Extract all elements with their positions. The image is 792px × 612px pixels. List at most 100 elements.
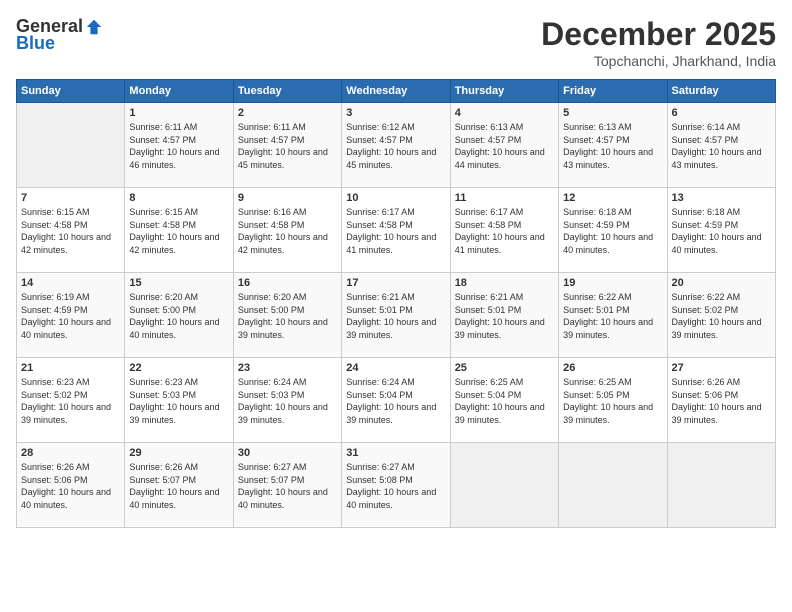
day-header-saturday: Saturday bbox=[667, 80, 775, 103]
calendar-cell: 6Sunrise: 6:14 AMSunset: 4:57 PMDaylight… bbox=[667, 103, 775, 188]
day-info: Sunrise: 6:27 AMSunset: 5:08 PMDaylight:… bbox=[346, 461, 445, 511]
day-info: Sunrise: 6:22 AMSunset: 5:02 PMDaylight:… bbox=[672, 291, 771, 341]
day-number: 14 bbox=[21, 277, 120, 289]
day-number: 22 bbox=[129, 362, 228, 374]
day-info: Sunrise: 6:23 AMSunset: 5:03 PMDaylight:… bbox=[129, 376, 228, 426]
calendar-cell: 22 Sunrise: 6:23 AMSunset: 5:03 PMDayligh… bbox=[125, 358, 233, 443]
day-info: Sunrise: 6:22 AMSunset: 5:01 PMDaylight:… bbox=[563, 291, 662, 341]
calendar-cell: 5Sunrise: 6:13 AMSunset: 4:57 PMDaylight… bbox=[559, 103, 667, 188]
day-header-tuesday: Tuesday bbox=[233, 80, 341, 103]
calendar-cell: 4Sunrise: 6:13 AMSunset: 4:57 PMDaylight… bbox=[450, 103, 558, 188]
day-number: 31 bbox=[346, 447, 445, 459]
day-number: 21 bbox=[21, 362, 120, 374]
day-header-wednesday: Wednesday bbox=[342, 80, 450, 103]
day-number: 2 bbox=[238, 107, 337, 119]
page: General Blue December 2025 Topchanchi, J… bbox=[0, 0, 792, 612]
calendar-cell: 10 Sunrise: 6:17 AMSunset: 4:58 PMDayligh… bbox=[342, 188, 450, 273]
day-number: 23 bbox=[238, 362, 337, 374]
day-info: Sunrise: 6:12 AMSunset: 4:57 PMDaylight:… bbox=[346, 121, 445, 171]
day-info: Sunrise: 6:15 AMSunset: 4:58 PMDaylight:… bbox=[129, 206, 228, 256]
calendar-cell: 8 Sunrise: 6:15 AMSunset: 4:58 PMDaylight… bbox=[125, 188, 233, 273]
calendar-cell: 25 Sunrise: 6:25 AMSunset: 5:04 PMDayligh… bbox=[450, 358, 558, 443]
day-number: 6 bbox=[672, 107, 771, 119]
calendar-cell: 13 Sunrise: 6:18 AMSunset: 4:59 PMDayligh… bbox=[667, 188, 775, 273]
day-number: 10 bbox=[346, 192, 445, 204]
day-number: 13 bbox=[672, 192, 771, 204]
calendar-header-row: SundayMondayTuesdayWednesdayThursdayFrid… bbox=[17, 80, 776, 103]
day-number: 17 bbox=[346, 277, 445, 289]
day-info: Sunrise: 6:21 AMSunset: 5:01 PMDaylight:… bbox=[455, 291, 554, 341]
day-info: Sunrise: 6:18 AMSunset: 4:59 PMDaylight:… bbox=[672, 206, 771, 256]
day-info: Sunrise: 6:25 AMSunset: 5:05 PMDaylight:… bbox=[563, 376, 662, 426]
day-info: Sunrise: 6:11 AMSunset: 4:57 PMDaylight:… bbox=[238, 121, 337, 171]
day-number: 4 bbox=[455, 107, 554, 119]
day-info: Sunrise: 6:27 AMSunset: 5:07 PMDaylight:… bbox=[238, 461, 337, 511]
calendar-cell: 23Sunrise: 6:24 AMSunset: 5:03 PMDayligh… bbox=[233, 358, 341, 443]
calendar-cell: 15 Sunrise: 6:20 AMSunset: 5:00 PMDayligh… bbox=[125, 273, 233, 358]
calendar-cell: 30 Sunrise: 6:27 AMSunset: 5:07 PMDayligh… bbox=[233, 443, 341, 528]
day-number: 7 bbox=[21, 192, 120, 204]
calendar-cell: 17 Sunrise: 6:21 AMSunset: 5:01 PMDayligh… bbox=[342, 273, 450, 358]
calendar-cell: 14Sunrise: 6:19 AMSunset: 4:59 PMDayligh… bbox=[17, 273, 125, 358]
day-number: 19 bbox=[563, 277, 662, 289]
calendar-cell: 18Sunrise: 6:21 AMSunset: 5:01 PMDayligh… bbox=[450, 273, 558, 358]
day-number: 26 bbox=[563, 362, 662, 374]
logo: General Blue bbox=[16, 16, 103, 54]
calendar-cell: 26 Sunrise: 6:25 AMSunset: 5:05 PMDayligh… bbox=[559, 358, 667, 443]
calendar-cell: 1Sunrise: 6:11 AMSunset: 4:57 PMDaylight… bbox=[125, 103, 233, 188]
day-info: Sunrise: 6:26 AMSunset: 5:06 PMDaylight:… bbox=[21, 461, 120, 511]
day-info: Sunrise: 6:24 AMSunset: 5:04 PMDaylight:… bbox=[346, 376, 445, 426]
calendar-cell: 31 Sunrise: 6:27 AMSunset: 5:08 PMDayligh… bbox=[342, 443, 450, 528]
day-info: Sunrise: 6:15 AMSunset: 4:58 PMDaylight:… bbox=[21, 206, 120, 256]
calendar-cell: 12 Sunrise: 6:18 AMSunset: 4:59 PMDayligh… bbox=[559, 188, 667, 273]
day-info: Sunrise: 6:20 AMSunset: 5:00 PMDaylight:… bbox=[129, 291, 228, 341]
day-header-thursday: Thursday bbox=[450, 80, 558, 103]
day-number: 8 bbox=[129, 192, 228, 204]
day-number: 15 bbox=[129, 277, 228, 289]
day-number: 28 bbox=[21, 447, 120, 459]
day-number: 11 bbox=[455, 192, 554, 204]
calendar-cell: 3 Sunrise: 6:12 AMSunset: 4:57 PMDaylight… bbox=[342, 103, 450, 188]
title-section: December 2025 Topchanchi, Jharkhand, Ind… bbox=[541, 16, 776, 69]
day-info: Sunrise: 6:23 AMSunset: 5:02 PMDaylight:… bbox=[21, 376, 120, 426]
calendar-cell bbox=[667, 443, 775, 528]
day-info: Sunrise: 6:18 AMSunset: 4:59 PMDaylight:… bbox=[563, 206, 662, 256]
day-number: 30 bbox=[238, 447, 337, 459]
day-info: Sunrise: 6:11 AMSunset: 4:57 PMDaylight:… bbox=[129, 121, 228, 171]
month-title: December 2025 bbox=[541, 16, 776, 53]
day-info: Sunrise: 6:20 AMSunset: 5:00 PMDaylight:… bbox=[238, 291, 337, 341]
calendar-week-3: 14Sunrise: 6:19 AMSunset: 4:59 PMDayligh… bbox=[17, 273, 776, 358]
day-info: Sunrise: 6:26 AMSunset: 5:06 PMDaylight:… bbox=[672, 376, 771, 426]
calendar-cell: 24 Sunrise: 6:24 AMSunset: 5:04 PMDayligh… bbox=[342, 358, 450, 443]
header: General Blue December 2025 Topchanchi, J… bbox=[16, 16, 776, 69]
day-info: Sunrise: 6:17 AMSunset: 4:58 PMDaylight:… bbox=[346, 206, 445, 256]
day-number: 3 bbox=[346, 107, 445, 119]
calendar-cell bbox=[559, 443, 667, 528]
day-info: Sunrise: 6:25 AMSunset: 5:04 PMDaylight:… bbox=[455, 376, 554, 426]
day-header-monday: Monday bbox=[125, 80, 233, 103]
calendar-week-2: 7 Sunrise: 6:15 AMSunset: 4:58 PMDaylight… bbox=[17, 188, 776, 273]
calendar-week-1: 1Sunrise: 6:11 AMSunset: 4:57 PMDaylight… bbox=[17, 103, 776, 188]
logo-icon bbox=[85, 18, 103, 36]
day-header-friday: Friday bbox=[559, 80, 667, 103]
calendar-cell: 20Sunrise: 6:22 AMSunset: 5:02 PMDayligh… bbox=[667, 273, 775, 358]
day-number: 29 bbox=[129, 447, 228, 459]
day-number: 12 bbox=[563, 192, 662, 204]
day-number: 25 bbox=[455, 362, 554, 374]
day-number: 16 bbox=[238, 277, 337, 289]
calendar-cell: 11Sunrise: 6:17 AMSunset: 4:58 PMDayligh… bbox=[450, 188, 558, 273]
day-info: Sunrise: 6:26 AMSunset: 5:07 PMDaylight:… bbox=[129, 461, 228, 511]
calendar-cell: 2 Sunrise: 6:11 AMSunset: 4:57 PMDaylight… bbox=[233, 103, 341, 188]
day-info: Sunrise: 6:21 AMSunset: 5:01 PMDaylight:… bbox=[346, 291, 445, 341]
calendar-cell: 29 Sunrise: 6:26 AMSunset: 5:07 PMDayligh… bbox=[125, 443, 233, 528]
calendar-cell: 28 Sunrise: 6:26 AMSunset: 5:06 PMDayligh… bbox=[17, 443, 125, 528]
calendar-cell bbox=[450, 443, 558, 528]
day-number: 9 bbox=[238, 192, 337, 204]
calendar-cell: 27Sunrise: 6:26 AMSunset: 5:06 PMDayligh… bbox=[667, 358, 775, 443]
day-number: 5 bbox=[563, 107, 662, 119]
calendar-cell: 19 Sunrise: 6:22 AMSunset: 5:01 PMDayligh… bbox=[559, 273, 667, 358]
logo-blue: Blue bbox=[16, 33, 55, 54]
calendar-table: SundayMondayTuesdayWednesdayThursdayFrid… bbox=[16, 79, 776, 528]
calendar-week-5: 28 Sunrise: 6:26 AMSunset: 5:06 PMDayligh… bbox=[17, 443, 776, 528]
day-number: 24 bbox=[346, 362, 445, 374]
